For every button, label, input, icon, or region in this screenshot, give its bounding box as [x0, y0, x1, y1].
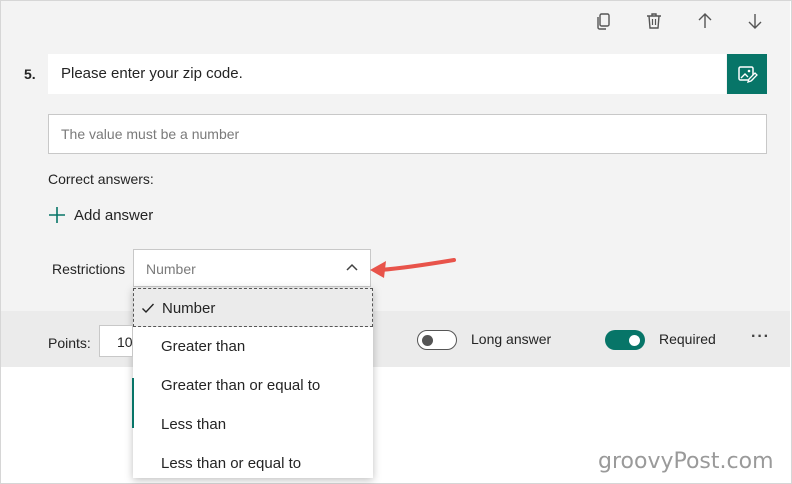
- long-answer-label: Long answer: [471, 331, 552, 347]
- long-answer-toggle[interactable]: [417, 330, 457, 350]
- option-greater-than[interactable]: Greater than: [133, 327, 373, 366]
- add-answer-label: Add answer: [74, 206, 154, 224]
- option-number[interactable]: Number: [133, 288, 373, 327]
- more-options-button[interactable]: ···: [751, 328, 770, 346]
- points-label: Points:: [48, 335, 91, 351]
- chevron-up-icon: [346, 263, 358, 271]
- arrow-down-icon: [748, 14, 762, 29]
- option-less-than[interactable]: Less than: [133, 405, 373, 444]
- option-label: Greater than or equal to: [161, 377, 321, 394]
- correct-answers-label: Correct answers:: [48, 171, 154, 187]
- question-number: 5.: [24, 66, 36, 82]
- trash-icon: [647, 13, 661, 29]
- copy-button[interactable]: [592, 9, 616, 33]
- watermark: groovyPost.com: [598, 449, 774, 474]
- option-label: Less than or equal to: [161, 455, 302, 472]
- answer-placeholder: The value must be a number: [61, 126, 240, 142]
- question-title-text: Please enter your zip code.: [61, 65, 243, 82]
- option-label: Less than: [161, 416, 227, 433]
- checkmark-icon: [142, 303, 155, 314]
- required-label: Required: [659, 331, 716, 347]
- option-greater-than-or-equal[interactable]: Greater than or equal to: [133, 366, 373, 405]
- points-value: 10: [117, 334, 133, 350]
- arrow-up-icon: [698, 13, 712, 28]
- move-up-button[interactable]: [693, 9, 717, 33]
- option-label: Greater than: [161, 338, 246, 355]
- required-toggle[interactable]: [605, 330, 645, 350]
- delete-button[interactable]: [642, 9, 666, 33]
- annotation-arrow-icon: [370, 258, 456, 278]
- copy-icon: [597, 13, 610, 30]
- option-label: Number: [162, 300, 216, 317]
- option-less-than-or-equal[interactable]: Less than or equal to: [133, 444, 373, 478]
- image-edit-icon: [738, 66, 758, 84]
- restrictions-selected-value: Number: [146, 261, 196, 277]
- insert-media-button[interactable]: [727, 54, 767, 94]
- partial-button-edge: [132, 378, 134, 428]
- move-down-button[interactable]: [743, 9, 767, 33]
- restrictions-dropdown: Number Greater than Greater than or equa…: [133, 288, 373, 478]
- add-answer-button[interactable]: Add answer: [48, 204, 153, 226]
- restrictions-label: Restrictions: [52, 261, 126, 277]
- plus-icon: [49, 207, 65, 223]
